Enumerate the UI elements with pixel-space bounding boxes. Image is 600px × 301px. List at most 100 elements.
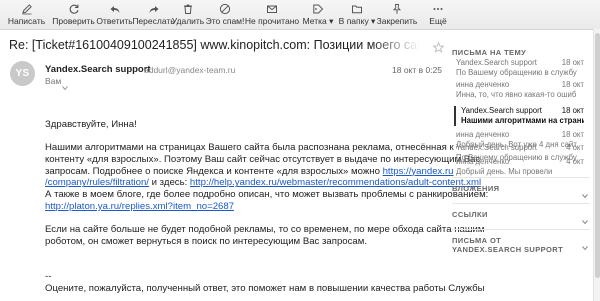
message-body: Здравствуйте, Инна! Нашими алгоритмами на… [45,119,488,295]
divider [452,229,590,230]
body-line: роботом, он сможет вернуться в поиск по … [45,236,445,248]
star-icon[interactable] [432,40,445,53]
links-header[interactable]: ССЫЛКИ [452,210,488,219]
body-line: Нашими алгоритмами на страницах Вашего с… [45,142,454,154]
thread-item-snippet: Добрый день. Мы провели [456,166,553,176]
mail-window: Написать Проверить Ответить Переслать Удалит… [0,0,600,301]
thread-header[interactable]: ПИСЬМА НА ТЕМУ [452,48,526,57]
compose-button[interactable]: Написать [0,0,53,29]
spam-button[interactable]: Это спам! [204,0,246,29]
sender-name[interactable]: Yandex.Search support [45,64,151,75]
body-link[interactable]: https://yandex.ru [383,166,454,177]
delete-label: Удалить [171,16,205,26]
body-line: /company/rules/filtration/ и здесь: http… [45,177,481,189]
chevron-down-icon[interactable] [582,238,588,251]
body-text: Оцените, пожалуйста, полученный ответ, э… [45,282,485,294]
thread-item-snippet: По Вашему обращению в службу [456,67,577,77]
thread-item[interactable]: инна денченко 18 окт Инна, то, что явно ка… [452,79,588,101]
avatar[interactable]: YS [10,61,35,86]
tag-icon [311,3,325,15]
selected-indicator [454,106,456,126]
thread-item[interactable]: инна денченко 4 окт Добрый день. Мы провел… [452,156,588,177]
reply-button[interactable]: Ответить [94,0,135,29]
attachments-header[interactable]: ВЛОЖЕНИЯ [452,184,499,193]
envelope-icon [265,3,279,15]
thread-item-snippet: Инна, то, что явно какая-то ошиб [456,89,577,99]
body-link[interactable]: /company/rules/filtration/ [45,177,149,188]
from-sender-header[interactable]: ПИСЬМА ОТ YANDEX.SEARCH SUPPORT [452,236,570,254]
thread-item-date: 18 окт [561,106,584,115]
thread-item-date: 18 окт [561,58,584,67]
unread-button[interactable]: Не прочитано [244,0,300,29]
body-gap [45,259,445,271]
folder-icon [350,3,364,15]
recipient[interactable]: Вам [45,76,61,86]
pencil-icon [20,3,34,15]
more-label: Ещё [429,16,447,26]
pin-button[interactable]: Закрепить [376,0,418,29]
side-panel: ПИСЬМА НА ТЕМУ Yandex.Search support 18 о… [452,38,590,301]
forward-label: Переслать [132,16,175,26]
thread-item-snippet: Нашими алгоритмами на страниц [461,115,584,125]
thread-item-sender: Yandex.Search support [456,143,537,152]
body-line: А также в моем блоге, где более подробно… [45,189,488,201]
subject-fade [370,36,432,56]
body-gap [45,248,445,260]
toolbar: Написать Проверить Ответить Переслать Удалит… [0,0,600,30]
body-text: контенту «для взрослых». Поэтому Ваш сай… [45,154,481,166]
chevron-down-icon[interactable] [62,78,68,91]
body-line: Оцените, пожалуйста, полученный ответ, э… [45,283,485,295]
more-button[interactable]: Ещё [418,0,458,29]
thread-item-sender: инна денченко [456,157,510,166]
folder-button[interactable]: В папку ▾ [338,0,376,29]
body-link[interactable]: http://platon.ya.ru/replies.xml?item_no=… [45,201,234,212]
body-text: Здравствуйте, Инна! [45,119,137,130]
body-text: -- [45,270,52,282]
unread-label: Не прочитано [244,16,300,26]
delete-button[interactable]: Удалить [172,0,204,29]
folder-label: В папку ▾ [338,16,376,26]
refresh-icon [67,3,81,15]
spam-icon [218,3,232,15]
thread-item-sender: инна денченко [456,130,510,139]
scrollbar[interactable] [593,29,600,301]
compose-label: Написать [7,16,46,26]
more-icon [431,3,445,15]
forward-button[interactable]: Переслать [132,0,175,29]
body-line: контенту «для взрослых». Поэтому Ваш сай… [45,154,480,166]
thread-item-date: 4 окт [566,143,584,152]
check-label: Проверить [52,16,95,26]
pin-icon [390,3,404,15]
chevron-down-icon[interactable] [582,212,588,225]
body-text: Если на сайте больше не будет подобной р… [45,224,485,236]
body-line: Здравствуйте, Инна! [45,119,445,131]
thread-item-date: 18 окт [561,130,584,139]
body-text: Нашими алгоритмами на страницах Вашего с… [45,142,454,154]
thread-item-date: 4 окт [566,157,584,166]
body-gap [45,131,445,143]
sender-email[interactable]: addurl@yandex-team.ru [144,65,235,75]
body-link[interactable]: http://help.yandex.ru/webmaster/recommen… [190,177,481,188]
scroll-thumb[interactable] [595,33,600,278]
body-text: А также в моем блоге, где более подробно… [45,189,489,201]
body-text: и здесь: [148,177,190,189]
forward-icon [147,3,161,15]
body-text: роботом, он сможет вернуться в поиск по … [45,235,368,247]
body-text: запросам. Подробнее о поиске Яндекса и к… [45,165,383,177]
label-label: Метка ▾ [302,16,334,26]
check-button[interactable]: Проверить [52,0,95,29]
spam-label: Это спам! [205,16,245,26]
thread-item-sender: Yandex.Search support [461,106,542,115]
message-date: 18 окт в 0:25 [392,64,443,75]
chevron-down-icon[interactable] [582,186,588,199]
body-gap [45,213,445,225]
reply-icon [108,3,122,15]
body-line: запросам. Подробнее о поиске Яндекса и к… [45,165,454,178]
thread-item[interactable]: Yandex.Search support 18 окт Нашими алгори… [452,105,588,127]
trash-icon [181,3,195,15]
body-line: http://platon.ya.ru/replies.xml?item_no=… [45,201,445,213]
divider [452,177,590,178]
thread-item[interactable]: Yandex.Search support 18 окт По Вашему обр… [452,57,588,79]
thread-item-date: 18 окт [561,80,584,89]
label-button[interactable]: Метка ▾ [298,0,338,29]
